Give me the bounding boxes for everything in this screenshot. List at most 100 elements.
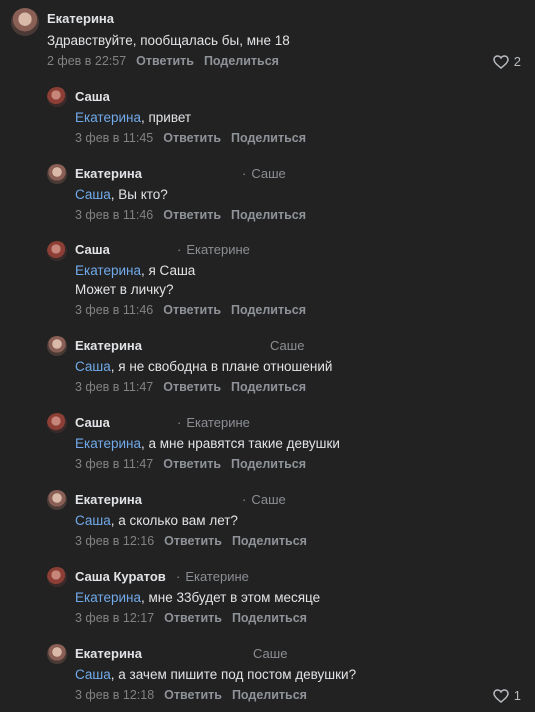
reply-to-link[interactable]: · Екатерине (177, 242, 250, 257)
comment-date[interactable]: 3 фев в 11:46 (75, 303, 153, 317)
share-button[interactable]: Поделиться (231, 131, 306, 145)
reply-to-link[interactable]: Саше (253, 646, 287, 661)
comment-8: Екатерина Саше Саша, а зачем пишите под … (0, 638, 535, 712)
comment-date[interactable]: 3 фев в 12:17 (75, 611, 154, 625)
share-button[interactable]: Поделиться (232, 611, 307, 625)
avatar[interactable] (47, 567, 67, 587)
comment-text: Саша, Вы кто? (75, 185, 168, 204)
reply-button[interactable]: Ответить (164, 534, 222, 548)
comment-meta: 3 фев в 11:45 Ответить Поделиться (75, 131, 316, 145)
reply-to-link[interactable]: · Екатерине (177, 415, 250, 430)
share-button[interactable]: Поделиться (232, 534, 307, 548)
share-button[interactable]: Поделиться (231, 303, 306, 317)
share-button[interactable]: Поделиться (204, 54, 279, 68)
author-name[interactable]: Екатерина (75, 646, 142, 661)
comment-text-line: , а мне нравятся такие девушки (140, 436, 340, 451)
avatar[interactable] (47, 241, 67, 261)
author-name[interactable]: Саша (75, 89, 110, 104)
mention-link[interactable]: Саша (75, 667, 111, 682)
reply-to-name: Екатерине (186, 415, 250, 430)
mention-link[interactable]: Саша (75, 187, 111, 202)
comment-text-line: , привет (140, 110, 192, 125)
comment-text: Саша, а зачем пишите под постом девушки? (75, 665, 356, 684)
author-name[interactable]: Екатерина (75, 338, 142, 353)
reply-to-name: Екатерине (186, 242, 250, 257)
share-button[interactable]: Поделиться (231, 457, 306, 471)
author-name[interactable]: Екатерина (75, 492, 142, 507)
avatar[interactable] (47, 644, 67, 664)
reply-to-name: Екатерине (185, 569, 249, 584)
comment-1: Саша Екатерина, привет 3 фев в 11:45 Отве… (0, 80, 535, 157)
comment-2: Екатерина · Саше Саша, Вы кто? 3 фев в 11… (0, 157, 535, 234)
comment-text-line: , Вы кто? (110, 187, 168, 202)
avatar[interactable] (47, 413, 67, 433)
author-name[interactable]: Саша Куратов (75, 569, 166, 584)
comment-date[interactable]: 3 фев в 11:46 (75, 208, 153, 222)
comment-date[interactable]: 3 фев в 11:47 (75, 380, 153, 394)
share-button[interactable]: Поделиться (231, 380, 306, 394)
comment-meta: 3 фев в 11:47 Ответить Поделиться (75, 380, 316, 394)
like-button[interactable]: 2 (493, 54, 521, 69)
comment-meta: 2 фев в 22:57 Ответить Поделиться (47, 54, 289, 68)
reply-to-name: Саше (251, 492, 286, 507)
share-button[interactable]: Поделиться (232, 688, 307, 702)
avatar[interactable] (47, 336, 67, 356)
reply-to-link[interactable]: · Саше (242, 492, 286, 507)
reply-button[interactable]: Ответить (136, 54, 194, 68)
comment-meta: 3 фев в 12:17 Ответить Поделиться (75, 611, 317, 625)
comment-date[interactable]: 2 фев в 22:57 (47, 54, 126, 68)
comment-date[interactable]: 3 фев в 12:18 (75, 688, 154, 702)
comment-meta: 3 фев в 11:47 Ответить Поделиться (75, 457, 316, 471)
author-name[interactable]: Саша (75, 415, 110, 430)
comment-text-line: , я не свободна в плане отношений (110, 359, 333, 374)
mention-link[interactable]: Саша (75, 513, 111, 528)
comment-text: Екатерина, привет (75, 108, 191, 127)
comment-3: Саша · Екатерине Екатерина, я Саша Может … (0, 234, 535, 330)
reply-button[interactable]: Ответить (164, 688, 222, 702)
comment-5: Саша · Екатерине Екатерина, а мне нравятс… (0, 407, 535, 484)
reply-to-link[interactable]: Саше (270, 338, 304, 353)
comment-text-line: Может в личку? (75, 282, 174, 297)
reply-button[interactable]: Ответить (163, 380, 221, 394)
author-name[interactable]: Екатерина (47, 11, 114, 26)
comment-meta: 3 фев в 12:16 Ответить Поделиться (75, 534, 317, 548)
reply-button[interactable]: Ответить (164, 611, 222, 625)
comment-text: Саша, я не свободна в плане отношений (75, 357, 332, 376)
reply-button[interactable]: Ответить (163, 131, 221, 145)
mention-link[interactable]: Екатерина (75, 590, 141, 605)
comment-meta: 3 фев в 11:46 Ответить Поделиться (75, 208, 316, 222)
comment-date[interactable]: 3 фев в 11:47 (75, 457, 153, 471)
mention-link[interactable]: Екатерина (75, 263, 141, 278)
reply-button[interactable]: Ответить (163, 208, 221, 222)
comment-text-line: , я Саша (140, 263, 196, 278)
author-name[interactable]: Екатерина (75, 166, 142, 181)
avatar[interactable] (47, 87, 67, 107)
avatar[interactable] (47, 164, 67, 184)
like-button[interactable]: 1 (493, 688, 521, 703)
comment-text-line: , а сколько вам лет? (110, 513, 238, 528)
comment-date[interactable]: 3 фев в 12:16 (75, 534, 154, 548)
reply-button[interactable]: Ответить (163, 303, 221, 317)
mention-link[interactable]: Екатерина (75, 110, 141, 125)
comment-0: Екатерина Здравствуйте, пообщалась бы, м… (0, 0, 535, 80)
heart-icon (493, 54, 509, 69)
mention-link[interactable]: Саша (75, 359, 111, 374)
comment-text: Здравствуйте, пообщалась бы, мне 18 (47, 31, 290, 50)
reply-to-link[interactable]: · Саше (242, 166, 286, 181)
share-button[interactable]: Поделиться (231, 208, 306, 222)
comment-text: Саша, а сколько вам лет? (75, 511, 238, 530)
comment-meta: 3 фев в 11:46 Ответить Поделиться (75, 303, 316, 317)
author-name[interactable]: Саша (75, 242, 110, 257)
reply-to-name: Саше (270, 338, 305, 353)
heart-icon (493, 688, 509, 703)
reply-to-link[interactable]: · Екатерине (176, 569, 249, 584)
comment-6: Екатерина · Саше Саша, а сколько вам лет?… (0, 484, 535, 561)
mention-link[interactable]: Екатерина (75, 436, 141, 451)
comment-text-line: , а зачем пишите под постом девушки? (110, 667, 357, 682)
avatar[interactable] (11, 8, 39, 36)
reply-to-name: Саше (253, 646, 288, 661)
comment-meta: 3 фев в 12:18 Ответить Поделиться (75, 688, 317, 702)
reply-button[interactable]: Ответить (163, 457, 221, 471)
avatar[interactable] (47, 490, 67, 510)
comment-date[interactable]: 3 фев в 11:45 (75, 131, 153, 145)
